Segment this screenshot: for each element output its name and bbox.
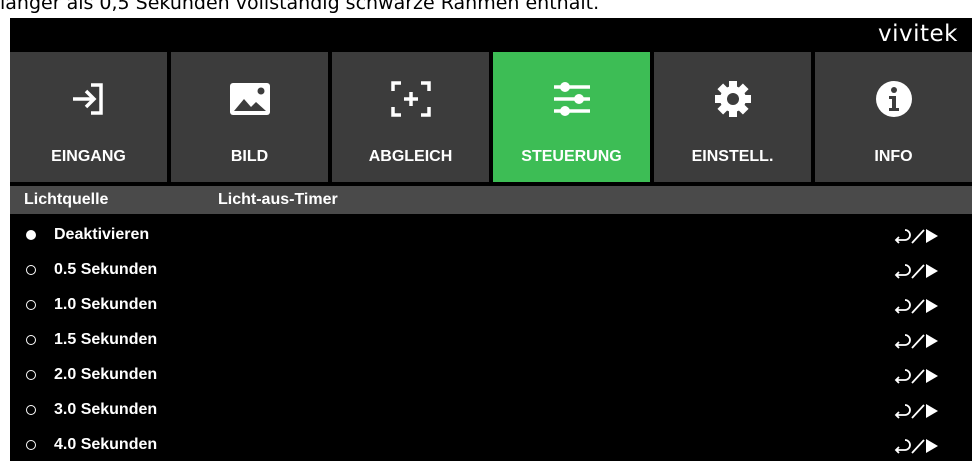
option-label: 4.0 Sekunden — [54, 436, 158, 453]
radio-unselected-icon — [26, 370, 36, 380]
option-label: 0.5 Sekunden — [54, 261, 158, 278]
option-row[interactable]: 0.5 Sekunden — [10, 253, 972, 288]
tab-label: ABGLEICH — [368, 148, 453, 165]
enter-arrow-icon — [892, 226, 940, 251]
option-row[interactable]: 3.0 Sekunden — [10, 393, 972, 428]
option-label: 3.0 Sekunden — [54, 401, 158, 418]
vivitek-logo: vivitek — [878, 21, 958, 47]
radio-selected-icon — [26, 230, 36, 240]
alignment-icon — [332, 76, 489, 122]
enter-arrow-icon — [892, 401, 940, 426]
gear-icon — [654, 76, 811, 122]
enter-arrow-icon — [892, 436, 940, 461]
input-icon — [10, 76, 167, 122]
radio-unselected-icon — [26, 405, 36, 415]
document-caption-text: länger als 0,5 Sekunden vollständig schw… — [0, 0, 600, 14]
image-icon — [171, 76, 328, 122]
tab-abgleich[interactable]: ABGLEICH — [332, 52, 489, 182]
osd-menu: vivitek EINGANG BILD ABGLEICH STEUERUNG … — [10, 18, 972, 461]
tab-info[interactable]: INFO — [815, 52, 972, 182]
option-row[interactable]: 1.5 Sekunden — [10, 323, 972, 358]
tab-bild[interactable]: BILD — [171, 52, 328, 182]
tab-label: INFO — [874, 148, 913, 165]
radio-unselected-icon — [26, 265, 36, 275]
option-label: 1.5 Sekunden — [54, 331, 158, 348]
tab-label: STEUERUNG — [521, 148, 622, 165]
option-row[interactable]: 2.0 Sekunden — [10, 358, 972, 393]
radio-unselected-icon — [26, 440, 36, 450]
tab-einstell[interactable]: EINSTELL. — [654, 52, 811, 182]
tab-steuerung[interactable]: STEUERUNG — [493, 52, 650, 182]
sliders-icon — [493, 76, 650, 122]
brand-bar: vivitek — [10, 18, 972, 52]
option-row[interactable]: 4.0 Sekunden — [10, 428, 972, 463]
category-label: Lichtquelle — [24, 191, 109, 208]
tab-label: EINSTELL. — [691, 148, 774, 165]
option-list: Deaktivieren 0.5 Sekunden 1.0 Sekunden 1… — [10, 218, 972, 463]
menu-header-row: Lichtquelle Licht-aus-Timer — [10, 186, 972, 214]
enter-arrow-icon — [892, 296, 940, 321]
enter-arrow-icon — [892, 331, 940, 356]
enter-arrow-icon — [892, 261, 940, 286]
tab-label: EINGANG — [51, 148, 126, 165]
option-label: 2.0 Sekunden — [54, 366, 158, 383]
option-row[interactable]: Deaktivieren — [10, 218, 972, 253]
tab-label: BILD — [230, 148, 269, 165]
radio-unselected-icon — [26, 335, 36, 345]
enter-arrow-icon — [892, 366, 940, 391]
option-label: Deaktivieren — [54, 226, 150, 243]
tab-eingang[interactable]: EINGANG — [10, 52, 167, 182]
info-icon — [815, 76, 972, 122]
menu-tabs: EINGANG BILD ABGLEICH STEUERUNG EINSTELL… — [10, 52, 972, 182]
radio-unselected-icon — [26, 300, 36, 310]
setting-label: Licht-aus-Timer — [218, 191, 338, 208]
option-label: 1.0 Sekunden — [54, 296, 158, 313]
option-row[interactable]: 1.0 Sekunden — [10, 288, 972, 323]
